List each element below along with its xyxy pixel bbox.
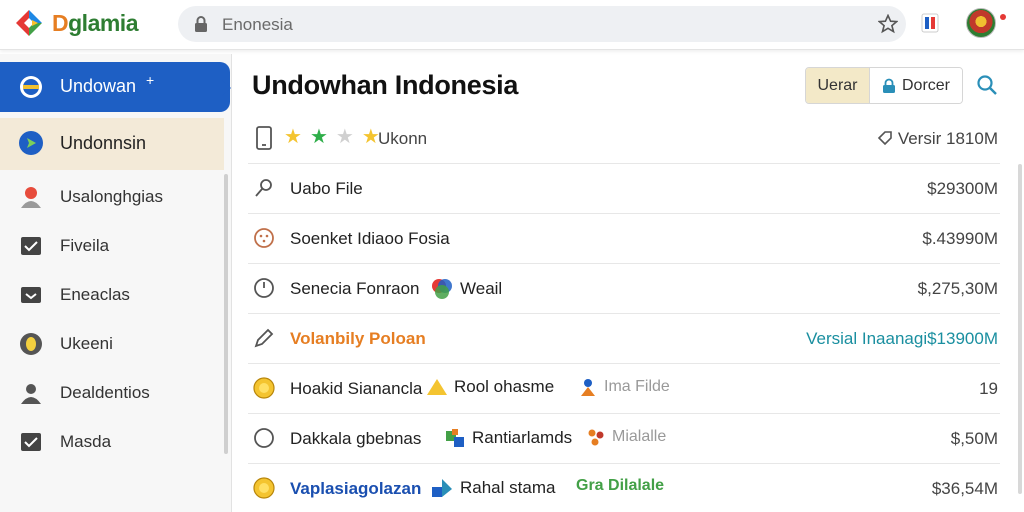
smiley-icon <box>252 226 276 250</box>
address-bar[interactable]: Enonesia <box>178 6 906 42</box>
list-header-row: ★ ★ ★ ★ Ukonn Versir 1810M <box>248 114 1000 164</box>
list-item[interactable]: Volanbily Poloan Versial Inaanagi$13900M <box>248 314 1000 364</box>
toggle-option-b[interactable]: Dorcer <box>870 68 962 103</box>
item-value: $,275,30M <box>917 279 998 298</box>
dots-icon <box>588 429 604 446</box>
sidebar-item-label: Undowan <box>60 76 137 96</box>
sidebar-scrollbar[interactable] <box>224 174 228 454</box>
app-logo[interactable]: Dglamia <box>14 8 138 38</box>
add-icon[interactable]: + <box>146 72 154 88</box>
phone-icon <box>252 126 276 150</box>
sidebar-item-label: Undonnsin <box>60 133 147 153</box>
item-tag-secondary: Mialalle <box>586 427 666 447</box>
puzzle-icon <box>446 429 464 447</box>
toggle-option-a[interactable]: Uerar <box>806 68 870 103</box>
circle-icon <box>252 426 276 450</box>
header-label: Ukonn <box>378 129 428 148</box>
list-item[interactable]: Vaplasiagolazan Rahal stama Gra Dilalale… <box>248 464 1000 512</box>
sidebar-item-ukeeni[interactable]: Ukeeni <box>0 319 224 369</box>
sidebar-item-eneaclas[interactable]: Eneaclas <box>0 270 224 320</box>
item-name: Vaplasiagolazan <box>290 479 422 498</box>
toggle-option-b-label: Dorcer <box>901 76 950 94</box>
sidebar-item-fiveila[interactable]: Fiveila <box>0 221 224 271</box>
user-icon <box>18 184 44 210</box>
warning-icon <box>427 379 447 395</box>
sidebar: Undowan + Undonnsin Usalonghgias Fiveila… <box>0 54 232 512</box>
item-tag-secondary: Ima Filde <box>578 377 670 397</box>
item-tag-secondary: Gra Dilalale <box>576 477 665 494</box>
sidebar-item-undowan[interactable]: Undowan + <box>0 62 230 112</box>
main-scrollbar[interactable] <box>1018 164 1022 494</box>
check-box-icon <box>18 429 44 455</box>
item-tag: Rantiarlamds <box>444 427 572 449</box>
sidebar-item-label: Dealdentios <box>60 383 150 402</box>
notification-dot <box>1000 14 1006 20</box>
item-name: Hoakid Sianancla <box>290 379 423 398</box>
list-item[interactable]: Hoakid Sianancla Rool ohasme Ima Filde 1… <box>248 364 1000 414</box>
shapes-icon <box>432 479 452 497</box>
compass-icon <box>18 130 44 156</box>
lock-icon <box>882 78 895 93</box>
version-label: Versir 1810M <box>877 129 998 149</box>
list-item[interactable]: Dakkala gbebnas Rantiarlamds Mialalle $,… <box>248 414 1000 464</box>
search-icon[interactable] <box>976 74 998 96</box>
view-toggle: Uerar Dorcer <box>805 67 963 104</box>
tag-icon <box>877 131 892 146</box>
list-item[interactable]: Soenket Idiaoo Fosia $.43990M <box>248 214 1000 264</box>
sidebar-item-usalonghgias[interactable]: Usalonghgias <box>0 172 224 222</box>
check-box-icon <box>18 233 44 259</box>
sidebar-item-label: Eneaclas <box>60 285 130 304</box>
item-value: $29300M <box>927 179 998 198</box>
logo-icon <box>16 10 42 36</box>
active-indicator <box>222 80 231 96</box>
lock-icon <box>195 16 207 32</box>
sidebar-item-label: Masda <box>60 432 112 451</box>
inbox-icon <box>18 282 44 308</box>
sidebar-item-masda[interactable]: Masda <box>0 417 224 467</box>
coin-icon <box>252 476 276 500</box>
item-value: $.43990M <box>922 229 998 248</box>
item-name: Soenket Idiaoo Fosia <box>290 229 450 248</box>
color-circles-icon <box>432 279 452 299</box>
sidebar-item-label: Fiveila <box>60 236 110 255</box>
pencil-icon <box>252 326 276 350</box>
list-item[interactable]: Senecia Fonraon Weail $,275,30M <box>248 264 1000 314</box>
person-icon <box>18 380 44 406</box>
person-icon <box>581 379 595 396</box>
clock-icon <box>252 276 276 300</box>
sidebar-item-label: Usalonghgias <box>60 187 164 206</box>
item-name: Volanbily Poloan <box>290 329 426 348</box>
main-panel: Undowhan Indonesia Uerar Dorcer ★ ★ ★ ★ … <box>236 54 1024 512</box>
item-name: Senecia Fonraon <box>290 279 420 298</box>
top-bar: Dglamia Enonesia <box>0 0 1024 50</box>
sidebar-item-dealdentios[interactable]: Dealdentios <box>0 368 224 418</box>
star-icon: ★ <box>309 126 328 148</box>
item-value: $36,54M <box>931 479 998 498</box>
item-tag: Rool ohasme <box>426 377 554 397</box>
star-bookmark-icon[interactable] <box>878 14 898 34</box>
item-tag: Weail <box>430 277 502 301</box>
item-value: $,50M <box>950 429 998 448</box>
list-item[interactable]: Uabo File $29300M <box>248 164 1000 214</box>
page-title: Undowhan Indonesia <box>252 70 519 100</box>
extension-icon[interactable] <box>920 12 940 34</box>
logo-text: Dglamia <box>52 9 138 36</box>
sidebar-item-undonnsin[interactable]: Undonnsin <box>0 118 224 170</box>
item-tag: Rahal stama <box>430 477 555 499</box>
coin-icon <box>252 376 276 400</box>
lemon-icon <box>18 331 44 357</box>
item-value: 19 <box>979 379 998 398</box>
sidebar-item-label: Ukeeni <box>60 334 113 353</box>
star-icon: ★ <box>284 126 302 148</box>
user-avatar[interactable] <box>966 8 996 38</box>
pin-icon <box>252 176 276 200</box>
item-name: Dakkala gbebnas <box>290 429 422 448</box>
globe-icon <box>18 74 44 100</box>
item-value: Versial Inaanagi$13900M <box>806 329 998 348</box>
star-icon: ★ <box>335 126 354 148</box>
rating-stars[interactable]: ★ ★ ★ ★ <box>284 127 380 147</box>
item-name: Uabo File <box>290 179 363 198</box>
url-text: Enonesia <box>222 15 293 34</box>
